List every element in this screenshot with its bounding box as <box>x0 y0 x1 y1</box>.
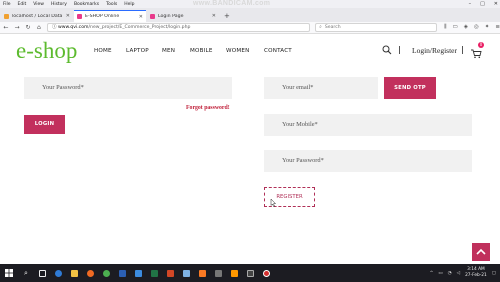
store-icon[interactable] <box>130 264 146 282</box>
menu-bookmarks[interactable]: Bookmarks <box>74 2 99 7</box>
phpmyadmin-favicon-icon <box>4 13 9 19</box>
browser-search-input[interactable]: ⌕ Search <box>315 23 437 32</box>
firefox-icon[interactable] <box>82 264 98 282</box>
windows-logo-icon <box>5 269 13 277</box>
tab-label: localhost / Local Databases / ... <box>12 13 62 19</box>
cart-icon <box>471 49 482 59</box>
site-logo[interactable]: e-shop <box>16 38 77 64</box>
login-register-link[interactable]: Login/Register <box>412 46 457 55</box>
extension-icon[interactable]: ✦ <box>485 24 490 31</box>
word-icon[interactable] <box>114 264 130 282</box>
nav-laptop[interactable]: LAPTOP <box>126 48 162 54</box>
search-icon[interactable] <box>382 45 392 55</box>
close-window-button[interactable]: ✕ <box>494 0 498 8</box>
nav-men[interactable]: MEN <box>162 48 190 54</box>
screen: File Edit View History Bookmarks Tools H… <box>0 0 500 282</box>
close-icon[interactable]: ✕ <box>66 13 70 19</box>
excel-icon[interactable] <box>146 264 162 282</box>
maximize-button[interactable]: □ <box>480 0 485 8</box>
menu-file[interactable]: File <box>3 2 11 7</box>
code-editor-icon[interactable] <box>210 264 226 282</box>
library-icon[interactable]: ⫼ <box>444 24 447 31</box>
shield-icon[interactable]: ◎ <box>474 24 479 31</box>
toolbar-icons: ⫼ ▭ ◈ ◎ ✦ ≡ <box>444 24 500 31</box>
terminal-icon[interactable] <box>242 264 258 282</box>
menu-view[interactable]: View <box>33 2 44 7</box>
notification-icon[interactable]: ▢ <box>492 271 496 276</box>
cart-button[interactable]: 0 <box>470 42 484 59</box>
windows-taskbar: ⌕ <box>0 264 500 282</box>
eshop-favicon-icon <box>77 14 82 19</box>
tab-phpmyadmin[interactable]: localhost / Local Databases / ... ✕ <box>1 10 73 22</box>
tab-eshop-online[interactable]: E-SHOP Online ✕ <box>74 10 146 22</box>
cart-count-badge: 0 <box>478 42 484 48</box>
nav-mobile[interactable]: MOBILE <box>190 48 226 54</box>
login-password-field[interactable]: Your Password* <box>24 77 232 99</box>
xampp-icon[interactable] <box>194 264 210 282</box>
window-controls: – □ ✕ <box>469 0 498 8</box>
url-host: www.qvi.com <box>58 25 89 30</box>
volume-icon[interactable]: ◁ <box>457 271 460 276</box>
task-view-icon[interactable] <box>34 264 50 282</box>
nav-home[interactable]: HOME <box>94 48 126 54</box>
forward-arrow-icon[interactable]: → <box>14 24 20 31</box>
scroll-to-top-button[interactable] <box>472 243 490 261</box>
chevron-up-icon <box>476 248 486 255</box>
tab-login-page[interactable]: Login Page ✕ <box>147 10 219 22</box>
search-icon: ⌕ <box>319 25 322 30</box>
back-arrow-icon[interactable]: ← <box>3 24 9 31</box>
browser-tabbar: localhost / Local Databases / ... ✕ E-SH… <box>0 8 500 22</box>
login-button[interactable]: LOGIN <box>24 115 65 134</box>
taskbar-clock[interactable]: 3:14 AM 27-Feb-21 <box>465 267 487 279</box>
register-password-field[interactable]: Your Password* <box>264 150 472 172</box>
browser-toolbar: ← → ↻ ⌂ ⓘ www.qvi.com/new_project/E_Comm… <box>0 22 500 34</box>
reload-icon[interactable]: ↻ <box>25 24 31 31</box>
taskbar-search-icon[interactable]: ⌕ <box>18 264 34 282</box>
system-tray: ^ ▭ ◔ ◁ 3:14 AM 27-Feb-21 ▢ <box>430 264 496 282</box>
sublime-icon[interactable] <box>226 264 242 282</box>
menu-help[interactable]: Help <box>124 2 134 7</box>
reader-icon[interactable]: ▭ <box>453 24 458 31</box>
header-divider <box>399 46 400 54</box>
address-bar[interactable]: ⓘ www.qvi.com/new_project/E_Commerce_Pro… <box>46 23 311 32</box>
menu-history[interactable]: History <box>51 2 67 7</box>
battery-icon[interactable]: ▭ <box>438 271 442 276</box>
chrome-icon[interactable] <box>98 264 114 282</box>
bandicam-icon[interactable] <box>258 264 274 282</box>
clock-date: 27-Feb-21 <box>465 273 487 278</box>
start-button[interactable] <box>0 264 18 282</box>
file-explorer-icon[interactable] <box>66 264 82 282</box>
menu-icon[interactable]: ≡ <box>495 24 500 31</box>
photos-icon[interactable] <box>178 264 194 282</box>
tab-label: Login Page <box>158 13 184 19</box>
pocket-icon[interactable]: ◈ <box>464 24 468 31</box>
main-nav: HOME LAPTOP MEN MOBILE WOMEN CONTACT <box>94 48 300 54</box>
edge-icon[interactable] <box>50 264 66 282</box>
forgot-password-link[interactable]: Forgot password! <box>186 105 230 111</box>
header-divider <box>462 46 463 54</box>
minimize-button[interactable]: – <box>469 0 472 8</box>
nav-women[interactable]: WOMEN <box>226 48 264 54</box>
search-placeholder: Search <box>324 25 341 30</box>
eshop-favicon-icon <box>150 13 155 19</box>
tray-chevron-icon[interactable]: ^ <box>430 271 434 276</box>
menu-tools[interactable]: Tools <box>106 2 117 7</box>
mouse-pointer-icon <box>270 199 276 207</box>
close-icon[interactable]: ✕ <box>139 14 143 20</box>
tab-label: E-SHOP Online <box>85 14 120 19</box>
network-icon[interactable]: ◔ <box>448 271 452 276</box>
register-email-field[interactable]: Your email* <box>264 77 378 99</box>
nav-contact[interactable]: CONTACT <box>264 48 300 54</box>
menu-edit[interactable]: Edit <box>18 2 27 7</box>
close-icon[interactable]: ✕ <box>212 13 216 19</box>
send-otp-button[interactable]: SEND OTP <box>384 77 436 99</box>
new-tab-button[interactable]: + <box>220 10 234 22</box>
register-mobile-field[interactable]: Your Mobile* <box>264 114 472 136</box>
recording-watermark: www.BANDICAM.com <box>193 0 271 7</box>
url-path: /new_project/E_Commerce_Project/login.ph… <box>88 25 191 30</box>
powerpoint-icon[interactable] <box>162 264 178 282</box>
home-icon[interactable]: ⌂ <box>36 24 42 31</box>
